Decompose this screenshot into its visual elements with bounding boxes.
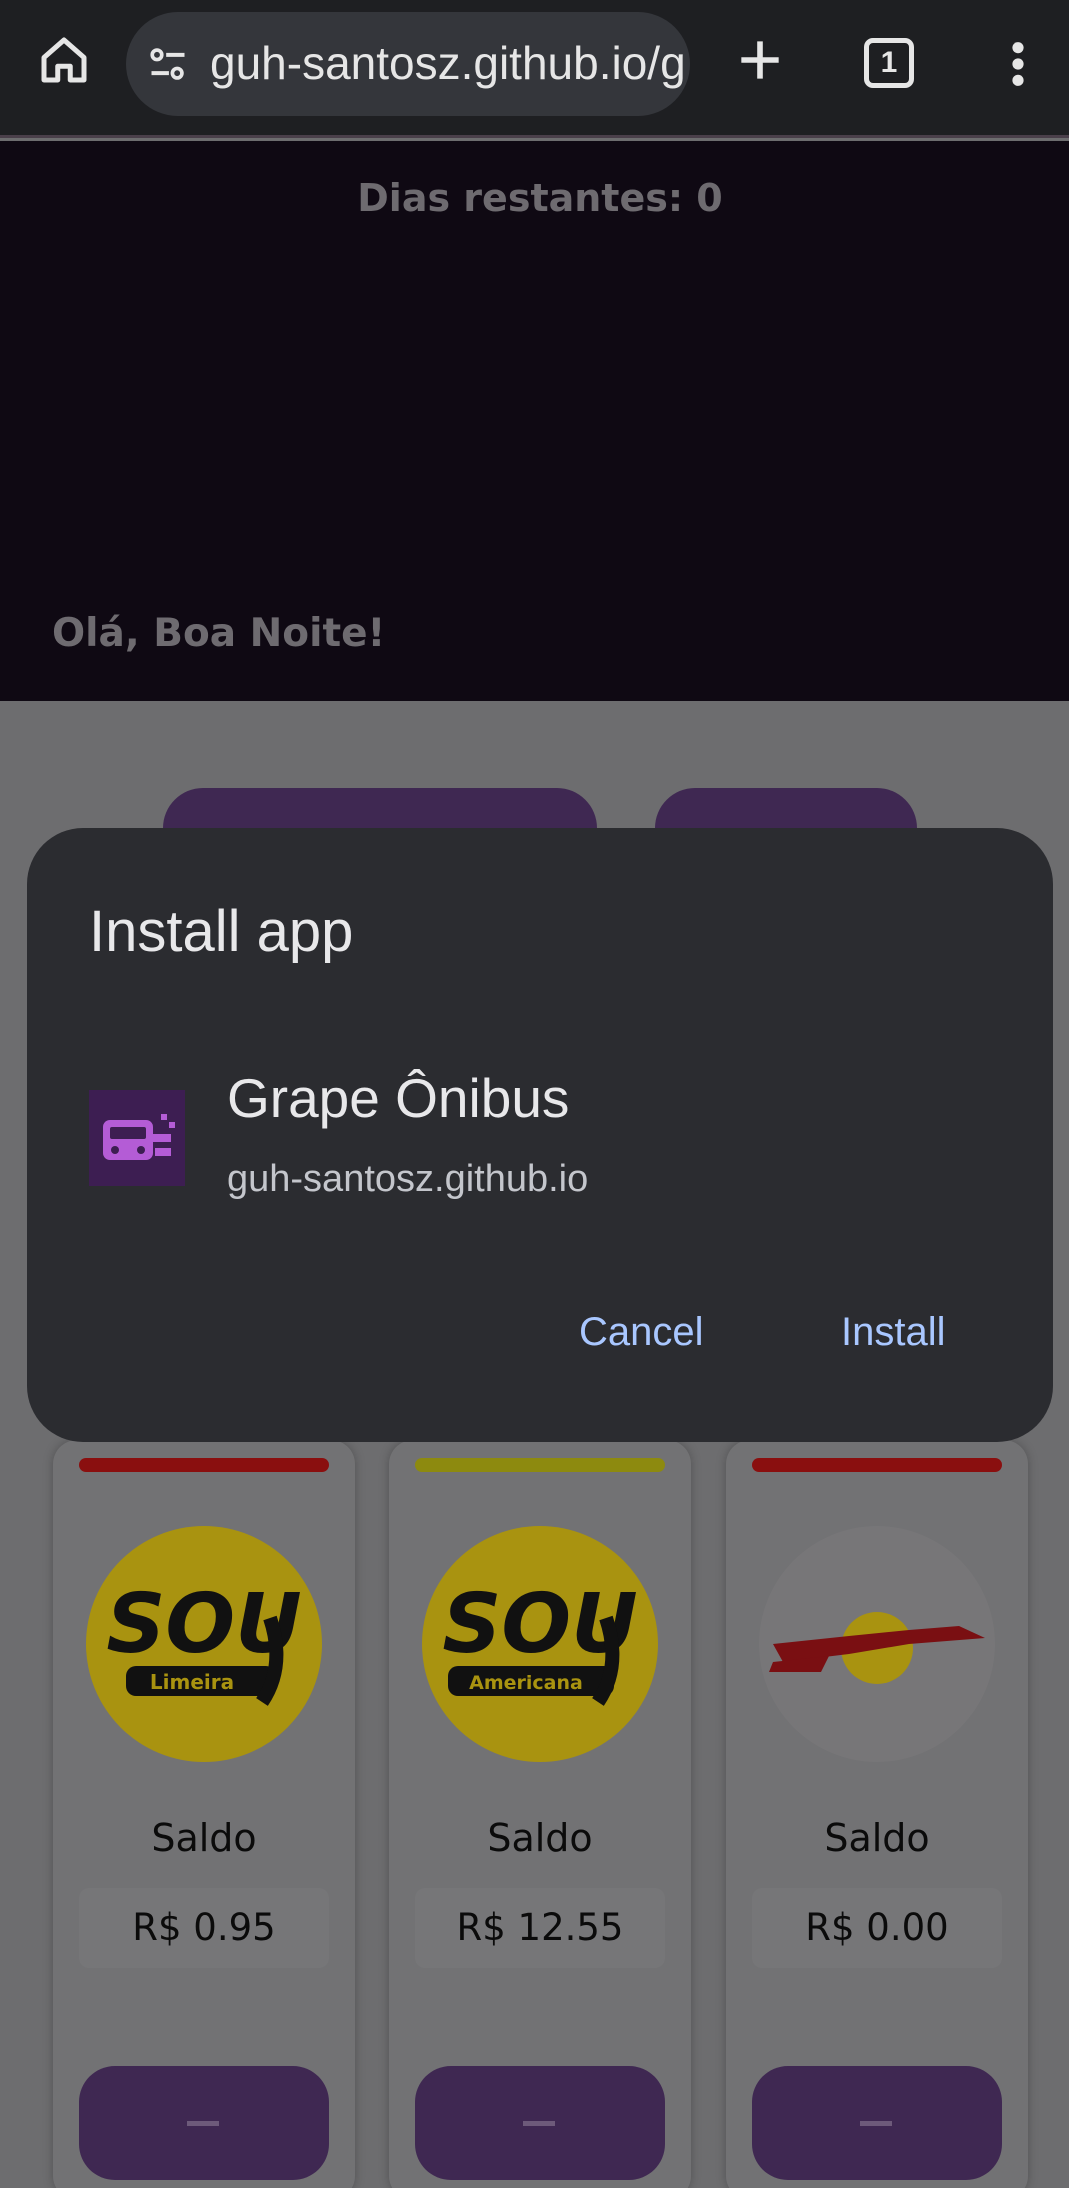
browser-toolbar: guh-santosz.github.io/g 1	[0, 0, 1069, 138]
card-sou-americana[interactable]: SOU Americana Saldo R$ 12.55	[389, 1440, 691, 2188]
card-third-operator[interactable]: Saldo R$ 0.00	[726, 1440, 1028, 2188]
sou-americana-logo: SOU Americana	[422, 1526, 658, 1762]
card-action-button[interactable]	[415, 2066, 665, 2180]
balance-value: R$ 12.55	[415, 1888, 665, 1968]
dialog-title: Install app	[89, 899, 354, 964]
app-name: Grape Ônibus	[227, 1067, 570, 1129]
cancel-button[interactable]: Cancel	[579, 1310, 704, 1355]
address-bar[interactable]: guh-santosz.github.io/g	[126, 12, 690, 116]
balance-label: Saldo	[151, 1816, 257, 1860]
status-bar	[79, 1458, 329, 1472]
greyhound-logo	[759, 1526, 995, 1762]
tab-switcher-icon[interactable]: 1	[864, 38, 914, 88]
more-vert-icon[interactable]	[1000, 36, 1036, 92]
app-host: guh-santosz.github.io	[227, 1158, 589, 1200]
install-button[interactable]: Install	[841, 1310, 946, 1355]
sou-limeira-logo: SOU Limeira	[86, 1526, 322, 1762]
card-action-button[interactable]	[79, 2066, 329, 2180]
status-bar	[752, 1458, 1002, 1472]
install-app-dialog: Install app Grape Ônibus guh-santosz.git…	[27, 828, 1053, 1442]
svg-text:Americana: Americana	[469, 1672, 583, 1694]
svg-text:Limeira: Limeira	[150, 1670, 234, 1694]
greeting-text: Olá, Boa Noite!	[52, 611, 386, 656]
days-remaining: Dias restantes: 0	[357, 176, 723, 220]
status-bar	[415, 1458, 665, 1472]
tune-icon[interactable]	[146, 42, 190, 86]
home-icon[interactable]	[34, 30, 94, 90]
card-sou-limeira[interactable]: SOU Limeira Saldo R$ 0.95	[53, 1440, 355, 2188]
balance-value: R$ 0.00	[752, 1888, 1002, 1968]
balance-value: R$ 0.95	[79, 1888, 329, 1968]
bus-ticket-icon	[89, 1090, 185, 1186]
balance-label: Saldo	[487, 1816, 593, 1860]
plus-icon[interactable]	[732, 32, 788, 88]
card-action-button[interactable]	[752, 2066, 1002, 2180]
url-text[interactable]: guh-santosz.github.io/g	[210, 36, 686, 90]
balance-label: Saldo	[824, 1816, 930, 1860]
